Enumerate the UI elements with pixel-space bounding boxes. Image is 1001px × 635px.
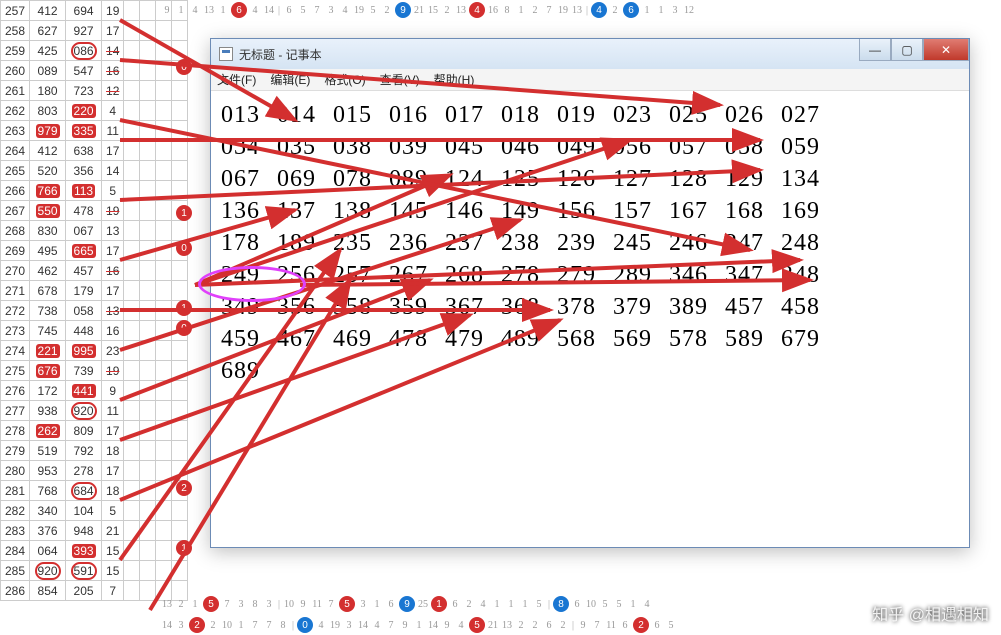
highlight-oval (198, 266, 306, 302)
row-marker-badge: 1 (176, 205, 192, 221)
minimize-button[interactable]: — (859, 39, 891, 61)
menu-file[interactable]: 文件(F) (217, 71, 256, 88)
row-marker-badge: 0 (176, 240, 192, 256)
close-button[interactable]: ✕ (923, 39, 969, 61)
menu-help[interactable]: 帮助(H) (434, 71, 475, 88)
notepad-icon (219, 47, 233, 61)
window-title: 无标题 - 记事本 (239, 46, 322, 63)
row-marker-badge: 2 (176, 480, 192, 496)
maximize-button[interactable]: ▢ (891, 39, 923, 61)
row-marker-badge: 0 (176, 320, 192, 336)
top-chart-row: 9141316414|6573419529211521341681271913|… (160, 0, 696, 20)
notepad-content[interactable]: 0130140150160170180190230250260270340350… (211, 91, 969, 395)
bottom-chart-row-2: 14322101778|041931447911494521132262|971… (160, 615, 678, 635)
menu-view[interactable]: 查看(V) (380, 71, 420, 88)
menubar: 文件(F) 编辑(E) 格式(O) 查看(V) 帮助(H) (211, 69, 969, 91)
notepad-window: 无标题 - 记事本 — ▢ ✕ 文件(F) 编辑(E) 格式(O) 查看(V) … (210, 38, 970, 548)
titlebar[interactable]: 无标题 - 记事本 — ▢ ✕ (211, 39, 969, 69)
bottom-chart-row-1: 132157383|109117531692516241115|86105514 (160, 594, 654, 614)
menu-format[interactable]: 格式(O) (324, 71, 365, 88)
row-marker-badge: 0 (176, 59, 192, 75)
row-marker-badge: 1 (176, 300, 192, 316)
lottery-background-table: 2574126941925862792717259425086142600895… (0, 0, 188, 601)
menu-edit[interactable]: 编辑(E) (270, 71, 310, 88)
row-marker-badge: 1 (176, 540, 192, 556)
zhihu-watermark: 知乎 @相遇相知 (872, 601, 989, 625)
